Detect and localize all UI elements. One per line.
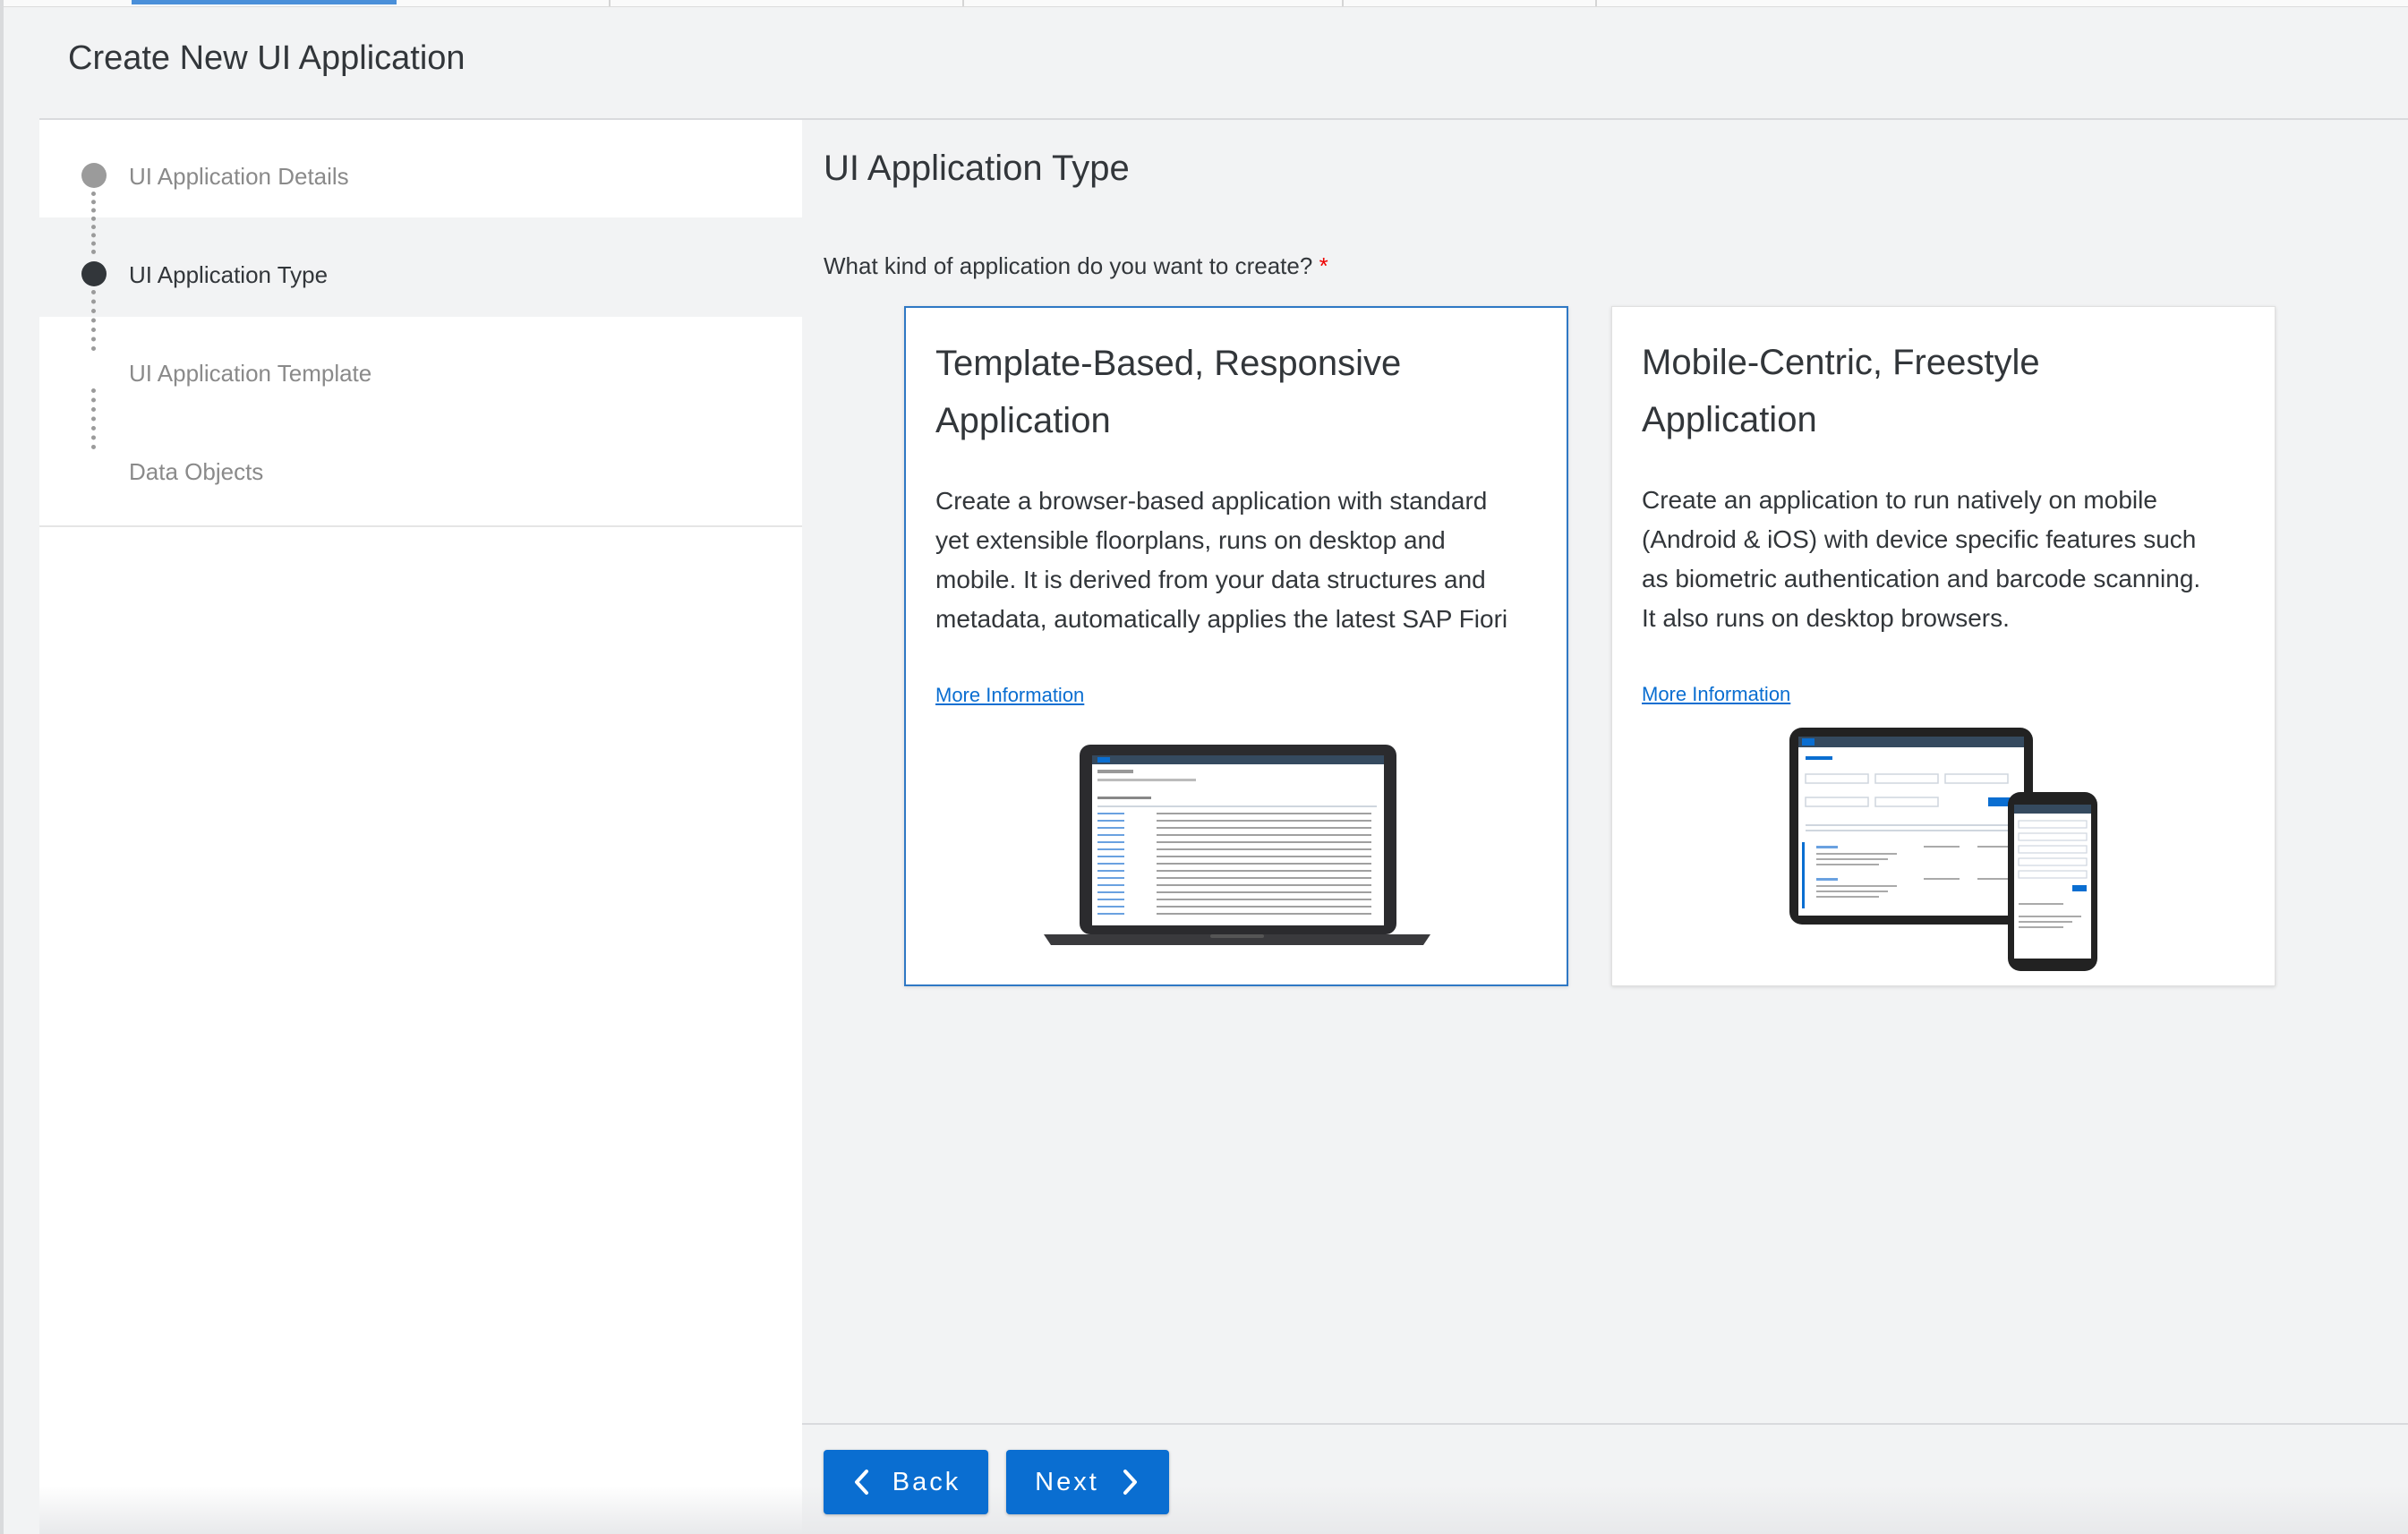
question-text: What kind of application do you want to … (824, 252, 1313, 279)
active-tab-indicator (132, 0, 397, 4)
tab-separator (1595, 0, 1597, 6)
chevron-left-icon (854, 1470, 868, 1495)
template-based-app-card[interactable]: Template-Based, Responsive Application C… (904, 306, 1568, 986)
card-title-line2: Application (935, 401, 1111, 440)
step-data-objects-label: Data Objects (129, 458, 264, 485)
next-button[interactable]: Next (1006, 1450, 1169, 1514)
card-desc-line: mobile. It is derived from your data str… (935, 566, 1486, 593)
card-desc-line: metadata, automatically applies the late… (935, 605, 1508, 633)
mobile-freestyle-app-card[interactable]: Mobile-Centric, Freestyle Application Cr… (1611, 306, 2276, 986)
steps-divider (39, 525, 802, 527)
section-title: UI Application Type (824, 149, 1130, 188)
card-description: Create an application to run natively on… (1642, 481, 2259, 638)
tab-separator (609, 0, 611, 6)
more-information-link[interactable]: More Information (935, 684, 1084, 707)
footer-shadow (39, 1486, 2408, 1534)
card-desc-line: Create an application to run natively on… (1642, 486, 2157, 514)
back-button[interactable]: Back (824, 1450, 988, 1514)
card-title-line2: Application (1642, 400, 1817, 439)
question-label: What kind of application do you want to … (824, 252, 1328, 280)
card-title-line1: Mobile-Centric, Freestyle (1642, 343, 2040, 382)
step-type-label[interactable]: UI Application Type (129, 261, 328, 289)
back-button-label: Back (892, 1467, 961, 1496)
required-marker: * (1319, 252, 1328, 279)
next-button-label: Next (1035, 1467, 1099, 1496)
laptop-preview-image (1044, 745, 1430, 945)
step-connector (91, 388, 96, 449)
footer-divider (802, 1423, 2408, 1425)
step-connector (91, 192, 96, 254)
tab-separator (1342, 0, 1344, 6)
step-connector (91, 290, 96, 351)
card-desc-line: yet extensible floorplans, runs on deskt… (935, 526, 1446, 554)
card-description: Create a browser-based application with … (935, 482, 1544, 639)
step-completed-indicator (81, 163, 107, 188)
chevron-right-icon (1123, 1470, 1137, 1495)
wizard-steps-panel (39, 120, 802, 1534)
step-details-label[interactable]: UI Application Details (129, 163, 349, 191)
card-desc-line: Create a browser-based application with … (935, 487, 1488, 515)
card-title-line1: Template-Based, Responsive (935, 344, 1402, 383)
card-desc-line: It also runs on desktop browsers. (1642, 604, 2010, 632)
card-desc-line: as biometric authentication and barcode … (1642, 565, 2201, 592)
window-left-edge (0, 0, 4, 1534)
step-current-indicator (81, 261, 107, 286)
page-title: Create New UI Application (68, 39, 465, 77)
tablet-phone-preview-image (1789, 728, 2097, 971)
tab-separator (962, 0, 964, 6)
step-template-label: UI Application Template (129, 360, 372, 387)
more-information-link[interactable]: More Information (1642, 683, 1790, 706)
card-desc-line: (Android & iOS) with device specific fea… (1642, 525, 2197, 553)
